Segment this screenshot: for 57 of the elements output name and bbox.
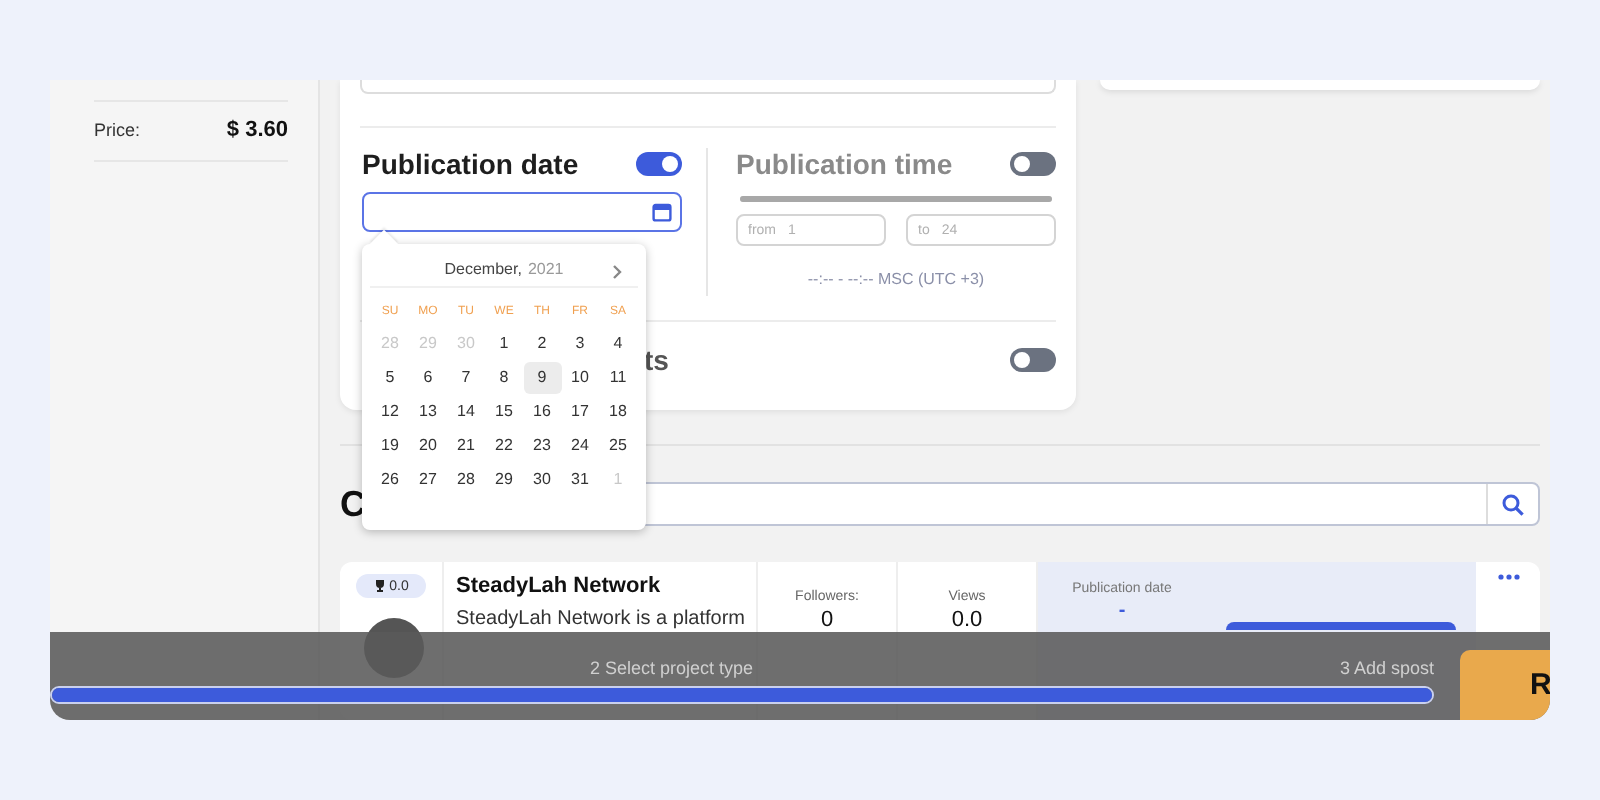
stat-value: 0.0 bbox=[951, 608, 983, 632]
calendar-day[interactable]: 10 bbox=[561, 362, 599, 394]
publication-time-title: Publication time bbox=[736, 148, 953, 180]
publication-time-toggle[interactable] bbox=[1010, 152, 1056, 176]
calendar-day[interactable]: 9 bbox=[523, 362, 561, 394]
publication-date-toggle[interactable] bbox=[636, 152, 682, 176]
chevron-right-icon[interactable] bbox=[612, 264, 622, 280]
calendar-day[interactable]: 2 bbox=[523, 328, 561, 360]
calendar-month: December, bbox=[444, 259, 522, 277]
calendar-day[interactable]: 13 bbox=[409, 396, 447, 428]
calendar-day[interactable]: 20 bbox=[409, 430, 447, 462]
calendar-day[interactable]: 8 bbox=[485, 362, 523, 394]
more-icon[interactable] bbox=[1497, 574, 1519, 580]
price-value: $ 3.60 bbox=[226, 118, 288, 142]
calendar-day[interactable]: 25 bbox=[599, 430, 637, 462]
calendar-day[interactable]: 22 bbox=[485, 430, 523, 462]
calendar-day[interactable]: 4 bbox=[599, 328, 637, 360]
date-value: - bbox=[1118, 600, 1126, 622]
calendar-day[interactable]: 15 bbox=[485, 396, 523, 428]
option-title: ts bbox=[644, 344, 669, 376]
search-icon[interactable] bbox=[1502, 493, 1524, 515]
calendar-day[interactable]: 18 bbox=[599, 396, 637, 428]
stat-value: 0 bbox=[820, 608, 834, 632]
calendar-day[interactable]: 16 bbox=[523, 396, 561, 428]
calendar-day[interactable]: 28 bbox=[447, 464, 485, 496]
calendar-day[interactable]: 23 bbox=[523, 430, 561, 462]
trophy-icon bbox=[373, 580, 386, 592]
calendar-day[interactable]: 14 bbox=[447, 396, 485, 428]
calendar-day[interactable]: 30 bbox=[523, 464, 561, 496]
calendar-day[interactable]: 3 bbox=[561, 328, 599, 360]
calendar-day[interactable]: 1 bbox=[485, 328, 523, 360]
publication-date-title: Publication date bbox=[362, 148, 579, 180]
time-range-text: --:-- - --:-- MSC (UTC +3) bbox=[807, 270, 985, 288]
calendar-day[interactable]: 5 bbox=[371, 362, 409, 394]
calendar-day[interactable]: 29 bbox=[485, 464, 523, 496]
calendar-day[interactable]: 19 bbox=[371, 430, 409, 462]
calendar-day[interactable]: 24 bbox=[561, 430, 599, 462]
calendar-day[interactable]: 27 bbox=[409, 464, 447, 496]
calendar-day[interactable]: 12 bbox=[371, 396, 409, 428]
calendar-year: 2021 bbox=[527, 259, 564, 277]
option-toggle[interactable] bbox=[1010, 348, 1056, 372]
calendar-day[interactable]: 7 bbox=[447, 362, 485, 394]
calendar-day[interactable]: 11 bbox=[599, 362, 637, 394]
date-input-field[interactable] bbox=[362, 192, 682, 232]
channel-name: SteadyLah Network bbox=[456, 574, 663, 598]
select-field[interactable] bbox=[360, 80, 1056, 94]
calendar-day[interactable]: 21 bbox=[447, 430, 485, 462]
calendar-day[interactable]: 17 bbox=[561, 396, 599, 428]
step-label: 3 Add spost bbox=[1339, 658, 1434, 678]
calendar-day[interactable]: 26 bbox=[371, 464, 409, 496]
calendar-day[interactable]: 6 bbox=[409, 362, 447, 394]
price-label: Price: bbox=[94, 120, 141, 140]
calendar-icon bbox=[652, 202, 672, 222]
calendar-day[interactable]: 31 bbox=[561, 464, 599, 496]
channel-description: SteadyLah Network is a platform bbox=[456, 608, 744, 630]
time-range-slider[interactable] bbox=[740, 196, 1052, 202]
step-label: 2 Select project type bbox=[590, 658, 754, 678]
